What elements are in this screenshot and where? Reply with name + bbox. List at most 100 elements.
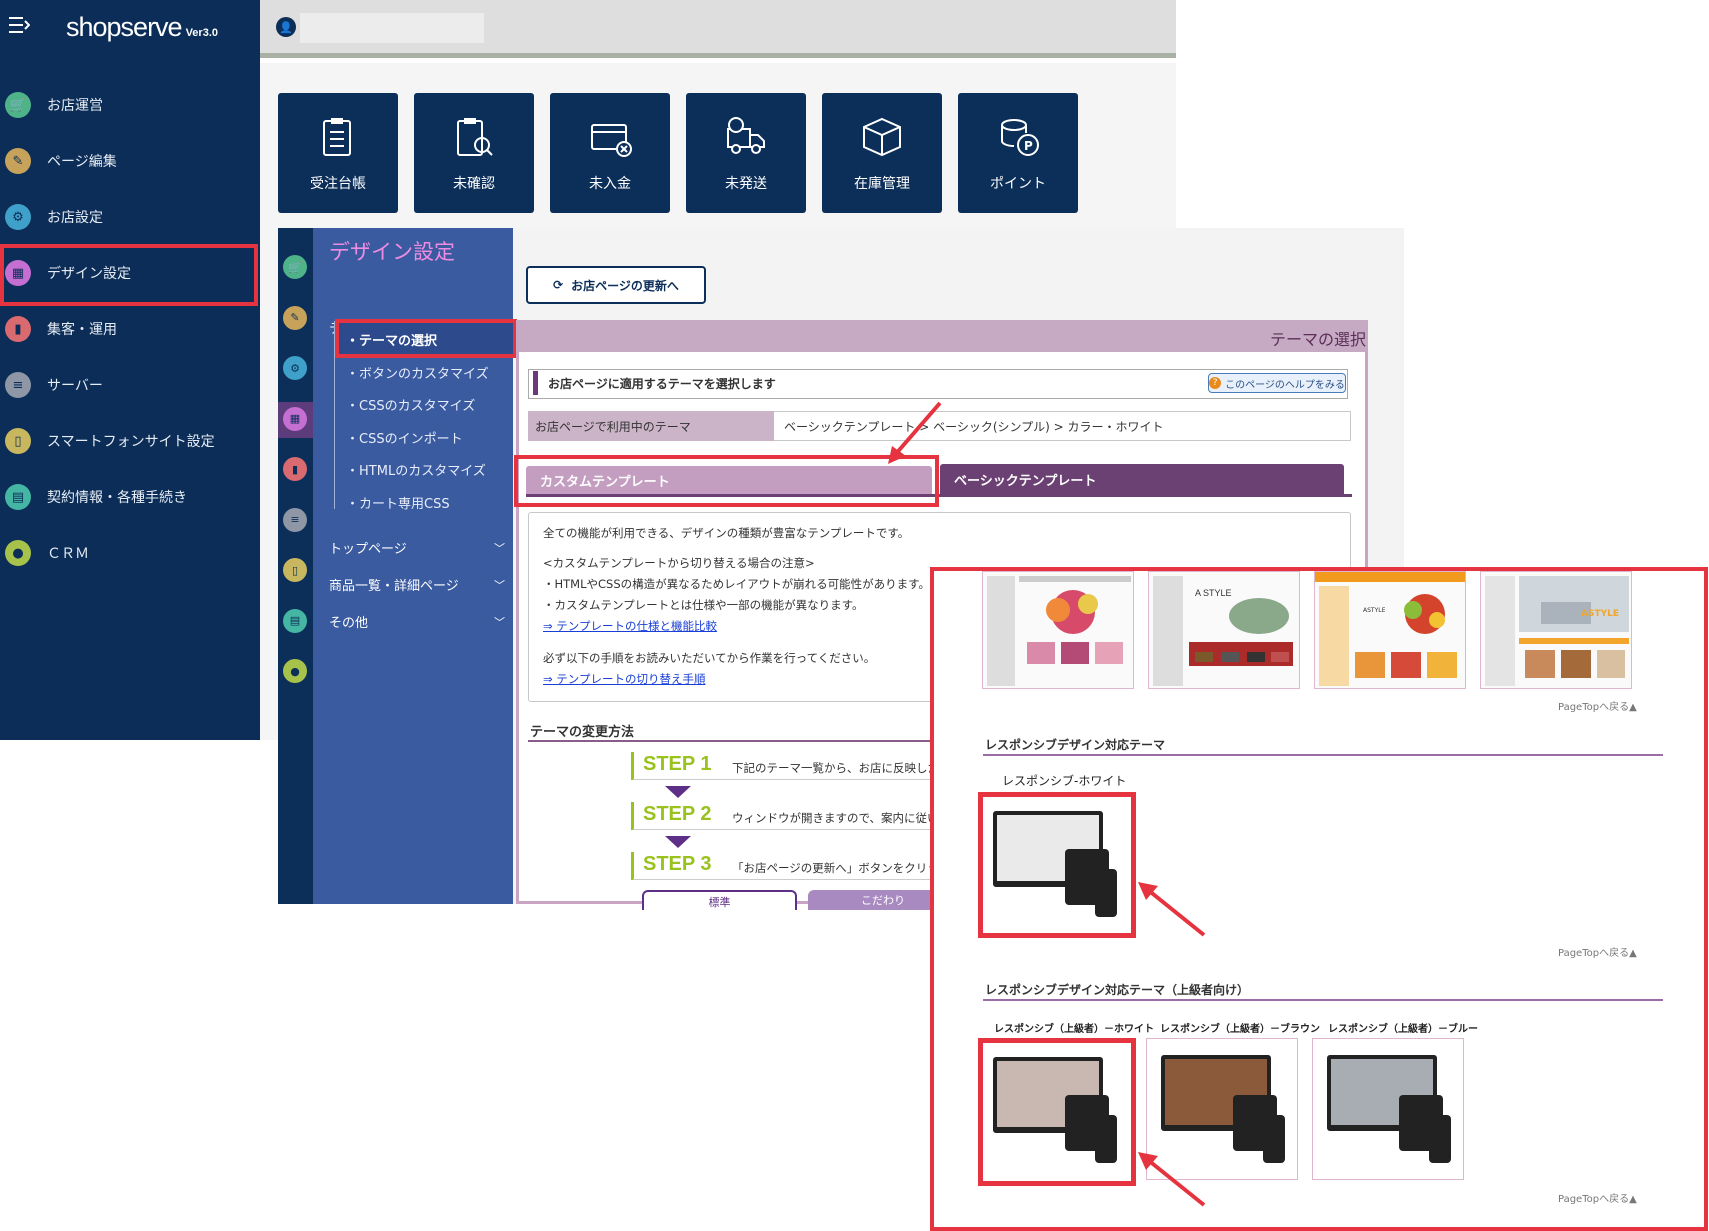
step-3-label: STEP 3 xyxy=(643,853,712,875)
advanced-blue-thumbnail[interactable] xyxy=(1312,1038,1464,1180)
sidebar-item[interactable]: ▤ 契約情報・各種手続き xyxy=(0,475,260,519)
bullet-icon: ・ xyxy=(346,366,360,382)
nav-subitem[interactable]: ・ボタンのカスタマイズ xyxy=(346,363,489,382)
advanced-section-title: レスポンシブデザイン対応テーマ（上級者向け） xyxy=(985,983,1250,997)
subheading-text: お店ページに適用するテーマを選択します xyxy=(548,377,776,391)
dashboard-tile[interactable]: 未入金 xyxy=(550,93,670,213)
dashboard-tile[interactable]: 在庫管理 xyxy=(822,93,942,213)
current-theme-label: お店ページで利用中のテーマ xyxy=(528,411,774,441)
nav-subitem-label: CSSのカスタマイズ xyxy=(359,399,476,414)
gear-icon[interactable]: ⚙ xyxy=(283,356,307,380)
theme-thumbnail-shoes[interactable]: A STYLE xyxy=(1148,571,1300,689)
dashboard-tile[interactable]: 受注台帳 xyxy=(278,93,398,213)
advanced-white-thumbnail[interactable] xyxy=(978,1038,1136,1186)
update-shop-page-button[interactable]: ⟳ お店ページの更新へ xyxy=(526,266,706,304)
theme-thumbnail-furniture[interactable]: ASTYLE xyxy=(1480,571,1632,689)
pagetop-link[interactable]: PageTopへ戻る▲ xyxy=(1558,698,1637,713)
dashboard-tile[interactable]: 未発送 xyxy=(686,93,806,213)
users-icon: ● xyxy=(5,540,31,566)
dashboard-tile[interactable]: P ポイント xyxy=(958,93,1078,213)
server-icon[interactable]: ≡ xyxy=(283,507,307,532)
points-coins-icon: P xyxy=(1001,119,1039,156)
unpaid-card-icon xyxy=(591,124,632,157)
top-bar: 👤 xyxy=(260,0,1176,58)
desc-text: ・HTMLやCSSの構造が異なるためレイアウトが崩れる可能性があります。 xyxy=(543,577,930,591)
standard-mode-button[interactable]: 標準 xyxy=(642,890,797,910)
chevron-down-icon[interactable]: ﹀ xyxy=(494,540,505,556)
clipboard-icon[interactable]: ▤ xyxy=(283,608,307,633)
nav-subitem[interactable]: ・カート専用CSS xyxy=(346,493,450,512)
responsive-section-title: レスポンシブデザイン対応テーマ xyxy=(985,738,1166,752)
sidebar-item[interactable]: ▯ スマートフォンサイト設定 xyxy=(0,419,260,463)
chevron-down-icon[interactable]: ﹀ xyxy=(494,577,505,593)
sidebar-item[interactable]: ≡ サーバー xyxy=(0,363,260,407)
brand-logo[interactable]: shopserve Ver3.0 xyxy=(66,12,218,43)
advanced-blue-label: レスポンシブ（上級者）－ブルー xyxy=(1328,1024,1478,1035)
unconfirmed-search-icon xyxy=(457,118,493,156)
smartphone-icon: ▯ xyxy=(5,428,31,454)
edit-icon[interactable]: ✎ xyxy=(283,305,307,330)
step-arrow-icon xyxy=(665,836,691,848)
bullet-icon: ・ xyxy=(346,431,360,447)
nav-section-top-page[interactable]: トップページ xyxy=(329,538,407,557)
theme-thumbnail-flowers[interactable] xyxy=(982,571,1134,689)
smartphone-icon[interactable]: ▯ xyxy=(283,558,307,582)
menu-toggle-icon[interactable] xyxy=(8,14,31,36)
users-icon[interactable]: ● xyxy=(283,659,307,683)
chart-icon[interactable]: ▮ xyxy=(283,457,307,481)
refresh-icon: ⟳ xyxy=(553,278,564,292)
sidebar-item[interactable]: ▮ 集客・運用 xyxy=(0,307,260,351)
step-2-text: ウィンドウが開きますので、案内に従いう xyxy=(732,811,951,825)
tile-label: 未入金 xyxy=(589,176,631,192)
dashboard-tile[interactable]: 未確認 xyxy=(414,93,534,213)
highlight-box-theme-select xyxy=(335,319,517,358)
layout-icon[interactable]: ▦ xyxy=(283,406,307,431)
step-3-text: 「お店ページの更新へ」ボタンをクリックし xyxy=(732,861,962,875)
responsive-white-label: レスポンシブ-ホワイト xyxy=(1002,774,1127,788)
sidebar-item-label: ページ編集 xyxy=(47,154,117,170)
brand-version: Ver3.0 xyxy=(185,27,218,39)
panel-header xyxy=(516,320,1368,352)
pagetop-link[interactable]: PageTopへ戻る▲ xyxy=(1558,1190,1637,1205)
sidebar-item[interactable]: ● ＣＲＭ xyxy=(0,531,260,575)
sidebar-item[interactable]: ✎ ページ編集 xyxy=(0,139,260,183)
annotation-arrow xyxy=(888,401,942,464)
sidebar-item[interactable]: 🛒 お店運営 xyxy=(0,83,260,127)
sidebar-item[interactable]: ⚙ お店設定 xyxy=(0,195,260,239)
step-2-bar xyxy=(631,802,634,830)
cart-icon[interactable]: 🛒 xyxy=(283,255,307,279)
top-search-field[interactable] xyxy=(300,13,484,43)
help-button[interactable]: ? このページのヘルプをみる xyxy=(1208,373,1346,393)
nav-subitem[interactable]: ・HTMLのカスタマイズ xyxy=(346,460,486,479)
bullet-icon: ・ xyxy=(346,464,360,479)
unshipped-truck-icon xyxy=(727,117,765,154)
nav-subitem[interactable]: ・CSSのインポート xyxy=(346,428,463,447)
desc-text: 必ず以下の手順をお読みいただいてから作業を行ってください。 xyxy=(543,651,876,665)
help-icon: ? xyxy=(1209,377,1222,389)
nav-section-product-pages[interactable]: 商品一覧・詳細ページ xyxy=(329,575,459,594)
design-nav-title: デザイン設定 xyxy=(329,240,455,264)
tile-label: 未確認 xyxy=(453,176,495,192)
nav-subitem[interactable]: ・CSSのカスタマイズ xyxy=(346,395,475,414)
nav-subitem-label: カート専用CSS xyxy=(359,496,450,512)
panel-title: テーマの選択 xyxy=(1269,330,1366,349)
desc-text: ・カスタムテンプレートとは仕様や一部の機能が異なります。 xyxy=(543,598,864,612)
pagetop-link[interactable]: PageTopへ戻る▲ xyxy=(1558,944,1637,959)
cart-icon: 🛒 xyxy=(5,92,31,118)
sidebar-item-label: スマートフォンサイト設定 xyxy=(47,434,215,450)
sidebar-item-label: 契約情報・各種手続き xyxy=(47,490,187,506)
switch-steps-link[interactable]: ⇒ テンプレートの切り替え手順 xyxy=(543,671,705,687)
theme-thumbnail-fruits[interactable]: ASTYLE xyxy=(1314,571,1466,689)
nav-section-other[interactable]: その他 xyxy=(329,612,368,631)
user-avatar-icon[interactable]: 👤 xyxy=(276,17,296,37)
tab-basic-template[interactable]: ベーシックテンプレート xyxy=(940,464,1344,494)
chevron-down-icon[interactable]: ﹀ xyxy=(494,614,505,630)
advanced-brown-label: レスポンシブ（上級者）－ブラウン xyxy=(1160,1024,1320,1035)
sidebar-item-label: ＣＲＭ xyxy=(47,546,89,562)
change-method-title: テーマの変更方法 xyxy=(530,725,635,740)
responsive-white-thumbnail[interactable] xyxy=(978,792,1136,938)
gear-icon: ⚙ xyxy=(5,204,31,230)
thumb-logo: A STYLE xyxy=(1195,588,1232,598)
desc-text: <カスタムテンプレートから切り替える場合の注意> xyxy=(543,556,815,570)
spec-compare-link[interactable]: ⇒ テンプレートの仕様と機能比較 xyxy=(543,618,717,634)
